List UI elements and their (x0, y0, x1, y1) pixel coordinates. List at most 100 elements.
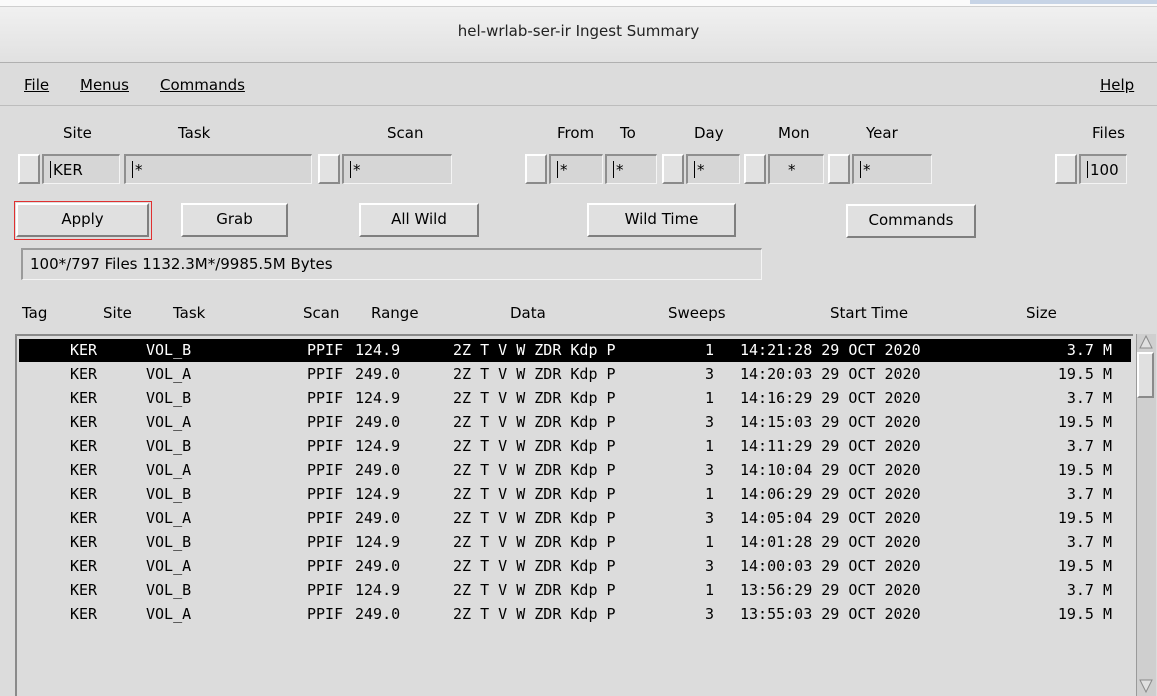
file-list-row[interactable]: KER VOL_B PPIF 124.9 2Z T V W ZDR Kdp P … (19, 531, 1131, 554)
row-sweeps: 3 (705, 413, 715, 431)
file-list-row[interactable]: KER VOL_A PPIF 249.0 2Z T V W ZDR Kdp P … (19, 459, 1131, 482)
column-header-range: Range (371, 304, 419, 322)
row-size: 3.7 M (1066, 389, 1112, 407)
row-scan: PPIF (307, 581, 344, 599)
mon-toggle-button[interactable] (744, 154, 766, 184)
task-label: Task (178, 124, 211, 142)
row-task: VOL_A (146, 557, 192, 575)
from-toggle-button[interactable] (525, 154, 547, 184)
scrollbar-thumb[interactable] (1137, 352, 1154, 398)
day-input[interactable]: * (686, 154, 740, 184)
row-start-time: 14:06:29 29 OCT 2020 (740, 485, 921, 503)
column-header-site: Site (103, 304, 132, 322)
task-input[interactable]: * (124, 154, 312, 184)
row-sweeps: 3 (705, 557, 715, 575)
apply-button[interactable]: Apply (16, 203, 149, 237)
grab-button[interactable]: Grab (181, 203, 288, 237)
row-range: 249.0 (355, 413, 401, 431)
row-start-time: 14:20:03 29 OCT 2020 (740, 365, 921, 383)
row-size: 3.7 M (1066, 437, 1112, 455)
menu-commands[interactable]: Commands (160, 76, 245, 94)
scan-label: Scan (387, 124, 424, 142)
row-range: 249.0 (355, 509, 401, 527)
row-scan: PPIF (307, 341, 344, 359)
site-toggle-button[interactable] (18, 154, 40, 184)
row-task: VOL_B (146, 533, 192, 551)
row-data: 2Z T V W ZDR Kdp P (453, 389, 616, 407)
column-header-data: Data (510, 304, 546, 322)
row-site: KER (70, 389, 98, 407)
row-site: KER (70, 557, 98, 575)
row-site: KER (70, 581, 98, 599)
row-data: 2Z T V W ZDR Kdp P (453, 557, 616, 575)
wild-time-button[interactable]: Wild Time (587, 203, 736, 237)
day-label: Day (694, 124, 724, 142)
row-site: KER (70, 437, 98, 455)
row-range: 124.9 (355, 341, 401, 359)
files-input[interactable]: 100 (1079, 154, 1127, 184)
row-sweeps: 1 (705, 485, 715, 503)
row-size: 3.7 M (1066, 485, 1112, 503)
site-input[interactable]: KER (42, 154, 120, 184)
row-start-time: 14:00:03 29 OCT 2020 (740, 557, 921, 575)
row-size: 19.5 M (1057, 509, 1112, 527)
row-size: 3.7 M (1066, 581, 1112, 599)
to-label: To (620, 124, 636, 142)
row-scan: PPIF (307, 557, 344, 575)
file-list-row[interactable]: KER VOL_A PPIF 249.0 2Z T V W ZDR Kdp P … (19, 507, 1131, 530)
scan-input[interactable]: * (342, 154, 452, 184)
site-label: Site (63, 124, 92, 142)
row-range: 124.9 (355, 581, 401, 599)
files-toggle-button[interactable] (1055, 154, 1077, 184)
column-header-size: Size (1026, 304, 1057, 322)
scroll-up-arrow-icon[interactable] (1138, 334, 1154, 350)
year-input[interactable]: * (852, 154, 932, 184)
row-site: KER (70, 365, 98, 383)
row-task: VOL_B (146, 341, 192, 359)
row-start-time: 14:21:28 29 OCT 2020 (740, 341, 921, 359)
menu-file[interactable]: File (24, 76, 49, 94)
file-list-row[interactable]: KER VOL_A PPIF 249.0 2Z T V W ZDR Kdp P … (19, 603, 1131, 626)
row-task: VOL_B (146, 485, 192, 503)
file-list-row[interactable]: KER VOL_B PPIF 124.9 2Z T V W ZDR Kdp P … (19, 339, 1131, 362)
row-data: 2Z T V W ZDR Kdp P (453, 533, 616, 551)
row-sweeps: 1 (705, 533, 715, 551)
menu-help[interactable]: Help (1100, 76, 1134, 94)
file-list-row[interactable]: KER VOL_B PPIF 124.9 2Z T V W ZDR Kdp P … (19, 483, 1131, 506)
column-header-scan: Scan (303, 304, 340, 322)
window-title: hel-wrlab-ser-ir Ingest Summary (457, 22, 700, 40)
row-range: 249.0 (355, 605, 401, 623)
row-range: 124.9 (355, 485, 401, 503)
commands-button[interactable]: Commands (846, 204, 976, 238)
row-sweeps: 1 (705, 581, 715, 599)
scan-toggle-button[interactable] (318, 154, 340, 184)
mon-input[interactable]: * (768, 154, 824, 184)
column-header-sweeps: Sweeps (668, 304, 726, 322)
row-range: 249.0 (355, 557, 401, 575)
row-range: 124.9 (355, 389, 401, 407)
row-sweeps: 3 (705, 509, 715, 527)
to-input[interactable]: * (605, 154, 657, 184)
year-toggle-button[interactable] (828, 154, 850, 184)
row-start-time: 14:16:29 29 OCT 2020 (740, 389, 921, 407)
row-data: 2Z T V W ZDR Kdp P (453, 461, 616, 479)
day-toggle-button[interactable] (662, 154, 684, 184)
row-data: 2Z T V W ZDR Kdp P (453, 509, 616, 527)
file-list-row[interactable]: KER VOL_A PPIF 249.0 2Z T V W ZDR Kdp P … (19, 411, 1131, 434)
file-list[interactable]: KER VOL_B PPIF 124.9 2Z T V W ZDR Kdp P … (15, 334, 1133, 696)
row-data: 2Z T V W ZDR Kdp P (453, 581, 616, 599)
row-site: KER (70, 485, 98, 503)
from-input[interactable]: * (549, 154, 603, 184)
file-list-row[interactable]: KER VOL_B PPIF 124.9 2Z T V W ZDR Kdp P … (19, 387, 1131, 410)
file-list-row[interactable]: KER VOL_B PPIF 124.9 2Z T V W ZDR Kdp P … (19, 435, 1131, 458)
row-scan: PPIF (307, 605, 344, 623)
menu-menus[interactable]: Menus (80, 76, 129, 94)
file-list-row[interactable]: KER VOL_A PPIF 249.0 2Z T V W ZDR Kdp P … (19, 555, 1131, 578)
window-top-highlight (970, 0, 1157, 4)
row-task: VOL_B (146, 437, 192, 455)
all-wild-button[interactable]: All Wild (359, 203, 479, 237)
file-list-row[interactable]: KER VOL_A PPIF 249.0 2Z T V W ZDR Kdp P … (19, 363, 1131, 386)
from-label: From (557, 124, 595, 142)
scroll-down-arrow-icon[interactable] (1138, 678, 1154, 694)
file-list-row[interactable]: KER VOL_B PPIF 124.9 2Z T V W ZDR Kdp P … (19, 579, 1131, 602)
